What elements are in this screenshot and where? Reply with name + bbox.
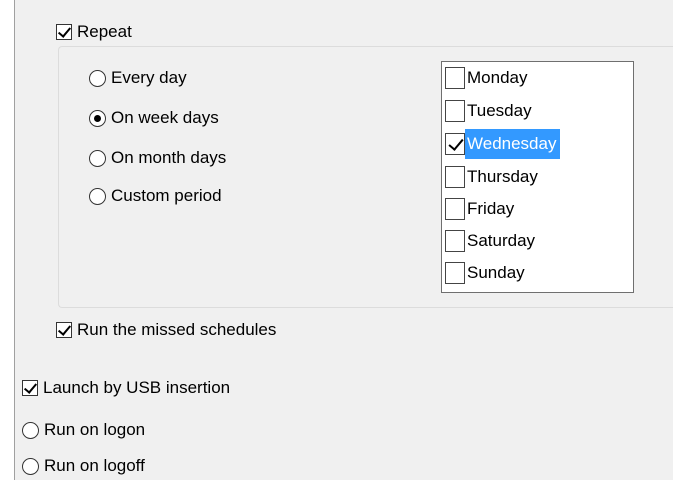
day-label-thursday: Thursday [467,167,538,186]
radio-every-day[interactable] [89,69,106,87]
run-missed-row[interactable]: Run the missed schedules [56,318,276,342]
day-item-wednesday[interactable]: Wednesday [445,129,561,159]
radio-every-day-row[interactable]: Every day [89,66,187,90]
run-on-logoff-label: Run on logoff [44,456,145,475]
day-label-sunday: Sunday [467,263,525,282]
radio-month-days[interactable] [89,149,106,167]
radio-week-days[interactable] [89,109,106,127]
radio-custom-period-row[interactable]: Custom period [89,184,222,208]
day-label-monday: Monday [467,68,528,87]
day-label-wednesday: Wednesday [465,129,561,159]
repeat-checkbox[interactable] [56,24,72,40]
launch-usb-checkbox[interactable] [22,380,38,396]
day-item-tuesday[interactable]: Tuesday [445,96,536,126]
day-label-saturday: Saturday [467,231,536,250]
day-label-friday: Friday [467,199,515,218]
day-checkbox-friday[interactable] [445,198,465,220]
run-missed-label: Run the missed schedules [77,320,277,339]
radio-custom-period-label: Custom period [111,186,222,205]
day-item-thursday[interactable]: Thursday [445,162,542,192]
day-checkbox-monday[interactable] [445,67,465,89]
run-on-logon-radio[interactable] [22,421,39,439]
radio-month-days-row[interactable]: On month days [89,146,226,170]
run-on-logoff-row[interactable]: Run on logoff [22,454,145,478]
day-item-saturday[interactable]: Saturday [445,226,539,256]
day-checkbox-tuesday[interactable] [445,100,465,122]
radio-week-days-label: On week days [111,108,219,127]
launch-usb-row[interactable]: Launch by USB insertion [22,376,230,400]
day-checkbox-thursday[interactable] [445,166,465,188]
day-checkbox-saturday[interactable] [445,230,465,252]
run-on-logon-label: Run on logon [44,420,146,439]
radio-week-days-row[interactable]: On week days [89,106,219,130]
day-checkbox-wednesday[interactable] [445,133,465,155]
day-item-friday[interactable]: Friday [445,194,518,224]
days-checklist[interactable]: Monday Tuesday Wednesday Thursday Friday… [441,61,634,293]
day-item-monday[interactable]: Monday [445,63,531,93]
day-label-tuesday: Tuesday [467,101,532,120]
radio-custom-period[interactable] [89,187,106,205]
run-missed-checkbox[interactable] [56,322,72,338]
day-item-sunday[interactable]: Sunday [445,258,529,288]
repeat-checkbox-row[interactable]: Repeat [56,20,132,44]
run-on-logoff-radio[interactable] [22,457,39,475]
repeat-label: Repeat [77,22,132,41]
day-checkbox-sunday[interactable] [445,262,465,284]
launch-usb-label: Launch by USB insertion [43,378,231,397]
radio-every-day-label: Every day [111,68,187,87]
radio-month-days-label: On month days [111,148,227,167]
run-on-logon-row[interactable]: Run on logon [22,418,145,442]
